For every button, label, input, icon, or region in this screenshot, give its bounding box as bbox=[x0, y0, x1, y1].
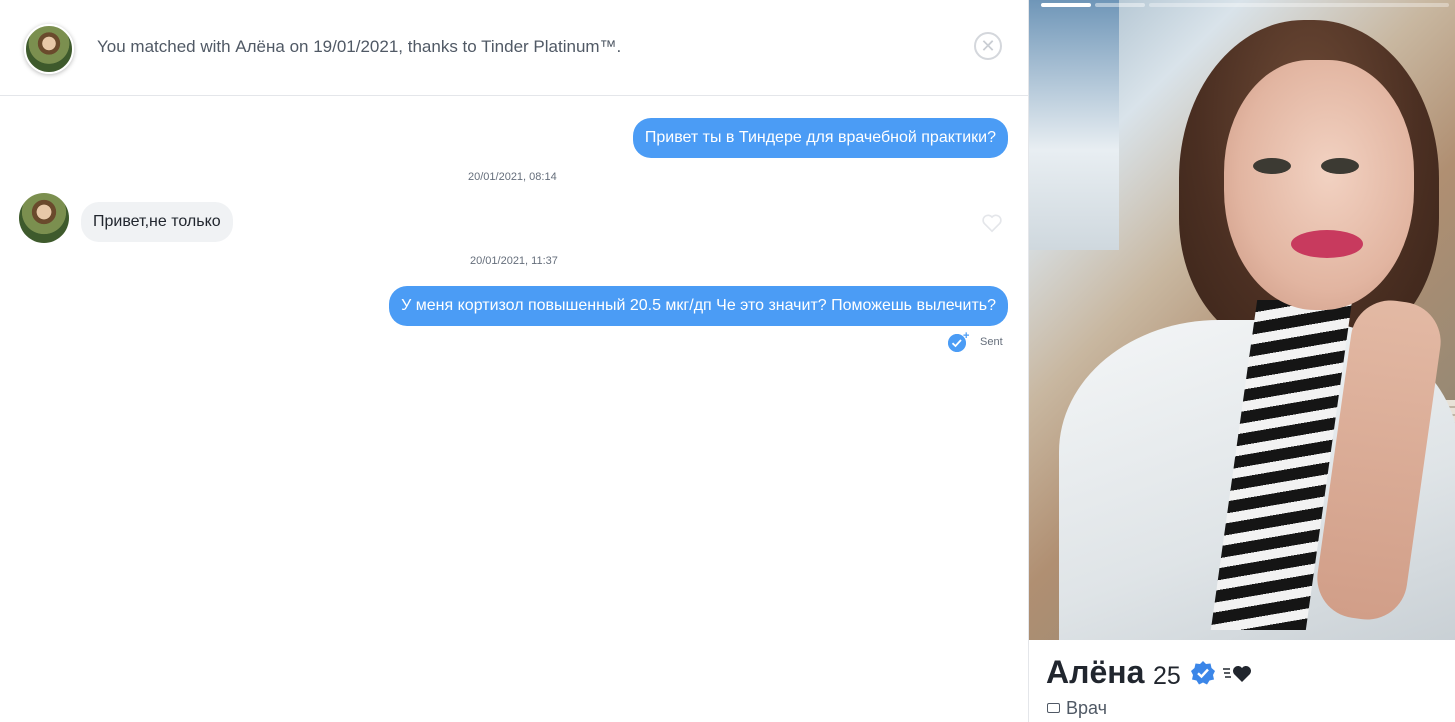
passions-heart-icon bbox=[1223, 666, 1251, 682]
match-header: You matched with Алёна on 19/01/2021, th… bbox=[0, 0, 1028, 96]
profile-panel: Алёна 25 Врач bbox=[1028, 0, 1455, 722]
photo-progress-bar[interactable] bbox=[1041, 3, 1091, 7]
verified-badge-icon bbox=[1191, 661, 1215, 685]
briefcase-icon bbox=[1047, 703, 1060, 713]
incoming-message[interactable]: Привет,не только bbox=[81, 202, 233, 242]
chat-panel: You matched with Алёна on 19/01/2021, th… bbox=[0, 0, 1028, 722]
photo-progress-bar[interactable] bbox=[1095, 3, 1145, 7]
message-timestamp: 20/01/2021, 08:14 bbox=[468, 171, 557, 183]
match-avatar[interactable] bbox=[24, 24, 74, 74]
message-status: Sent bbox=[980, 336, 1003, 348]
profile-job: Врач bbox=[1066, 698, 1108, 718]
match-info-text: You matched with Алёна on 19/01/2021, th… bbox=[97, 37, 622, 56]
close-icon[interactable]: ✕ bbox=[974, 32, 1002, 60]
profile-photo[interactable] bbox=[1029, 0, 1455, 640]
photo-progress-bar[interactable] bbox=[1149, 3, 1449, 7]
like-heart-icon[interactable] bbox=[981, 213, 1003, 233]
outgoing-message[interactable]: Привет ты в Тиндере для врачебной практи… bbox=[632, 118, 1008, 158]
outgoing-message[interactable]: У меня кортизол повышенный 20.5 мкг/дп Ч… bbox=[389, 286, 1008, 326]
profile-name: Алёна bbox=[1046, 654, 1145, 690]
sender-avatar[interactable] bbox=[19, 193, 69, 243]
profile-age: 25 bbox=[1153, 662, 1181, 690]
sent-plus-icon: + bbox=[963, 330, 970, 342]
message-timestamp: 20/01/2021, 11:37 bbox=[470, 255, 558, 267]
